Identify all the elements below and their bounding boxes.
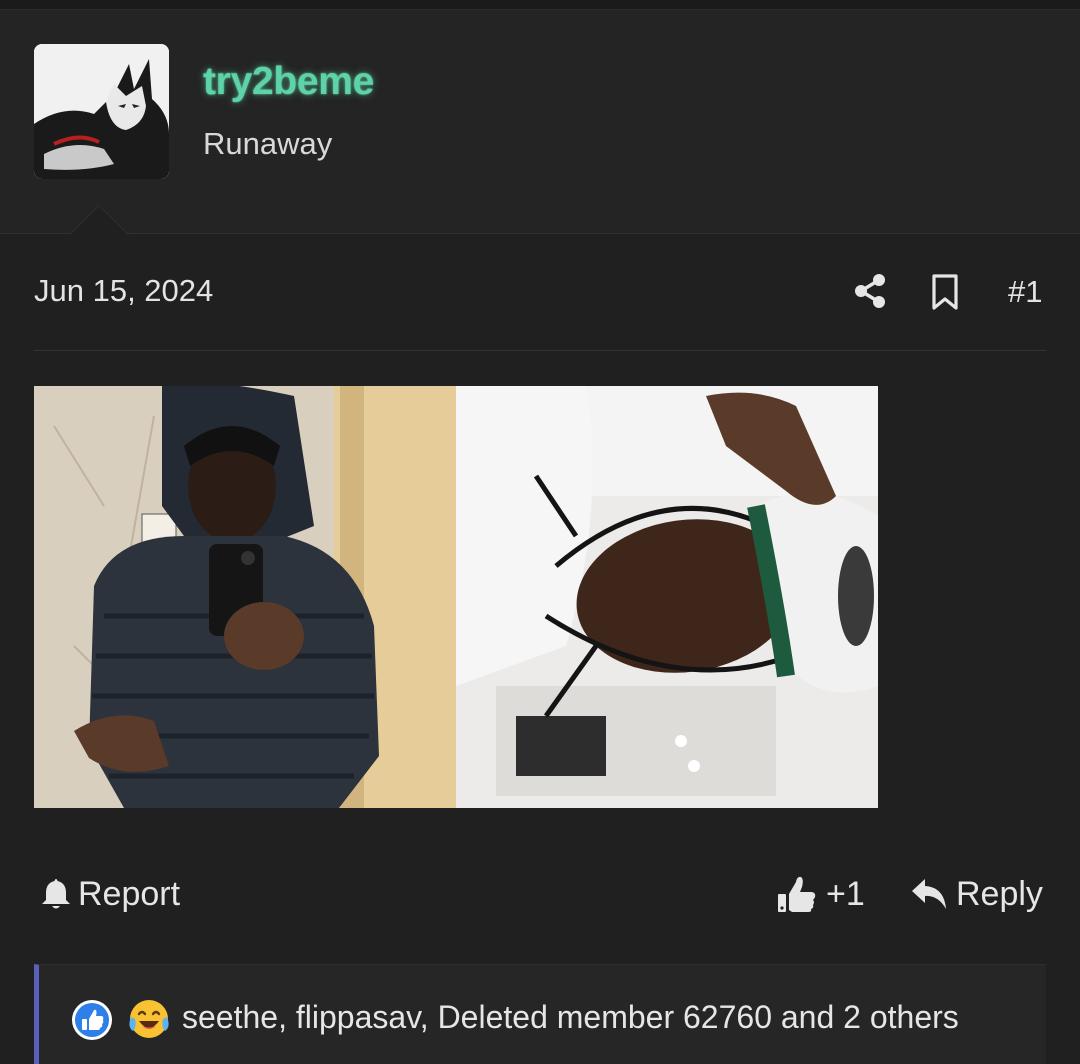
header-pointer (70, 206, 128, 235)
reactions-summary[interactable]: seethe, flippasav, Deleted member 62760 … (182, 999, 959, 1036)
report-link[interactable]: Report (40, 872, 180, 916)
user-title: Runaway (203, 126, 333, 161)
photo-rotated-selfie (456, 386, 878, 808)
reaction-count: +1 (826, 874, 865, 913)
post-number[interactable]: #1 (1008, 274, 1042, 310)
avatar-image (34, 44, 169, 179)
avatar[interactable] (34, 44, 169, 179)
attachment-image-1[interactable] (34, 386, 456, 808)
bell-icon (42, 879, 70, 909)
report-label: Report (78, 874, 181, 913)
share-icon[interactable] (852, 272, 888, 310)
attachment-image-2[interactable] (456, 386, 878, 808)
bookmark-icon[interactable] (930, 273, 960, 311)
post-date[interactable]: Jun 15, 2024 (34, 273, 213, 309)
thumbs-up-icon (778, 876, 816, 912)
reply-icon (912, 879, 946, 909)
like-reaction-icon (72, 1000, 112, 1040)
divider (34, 350, 1046, 351)
username[interactable]: try2beme (203, 60, 374, 104)
post-user-header: try2beme Runaway (0, 10, 1080, 235)
reply-label: Reply (956, 874, 1043, 913)
reactions-bar[interactable]: seethe, flippasav, Deleted member 62760 … (34, 964, 1046, 1064)
post-top-actions: #1 (850, 270, 1050, 314)
photo-mirror-selfie (34, 386, 456, 808)
reply-button[interactable]: Reply (910, 872, 1043, 916)
like-button[interactable]: +1 (776, 872, 865, 916)
top-strip (0, 0, 1080, 10)
laugh-cry-reaction-icon (129, 1000, 169, 1038)
